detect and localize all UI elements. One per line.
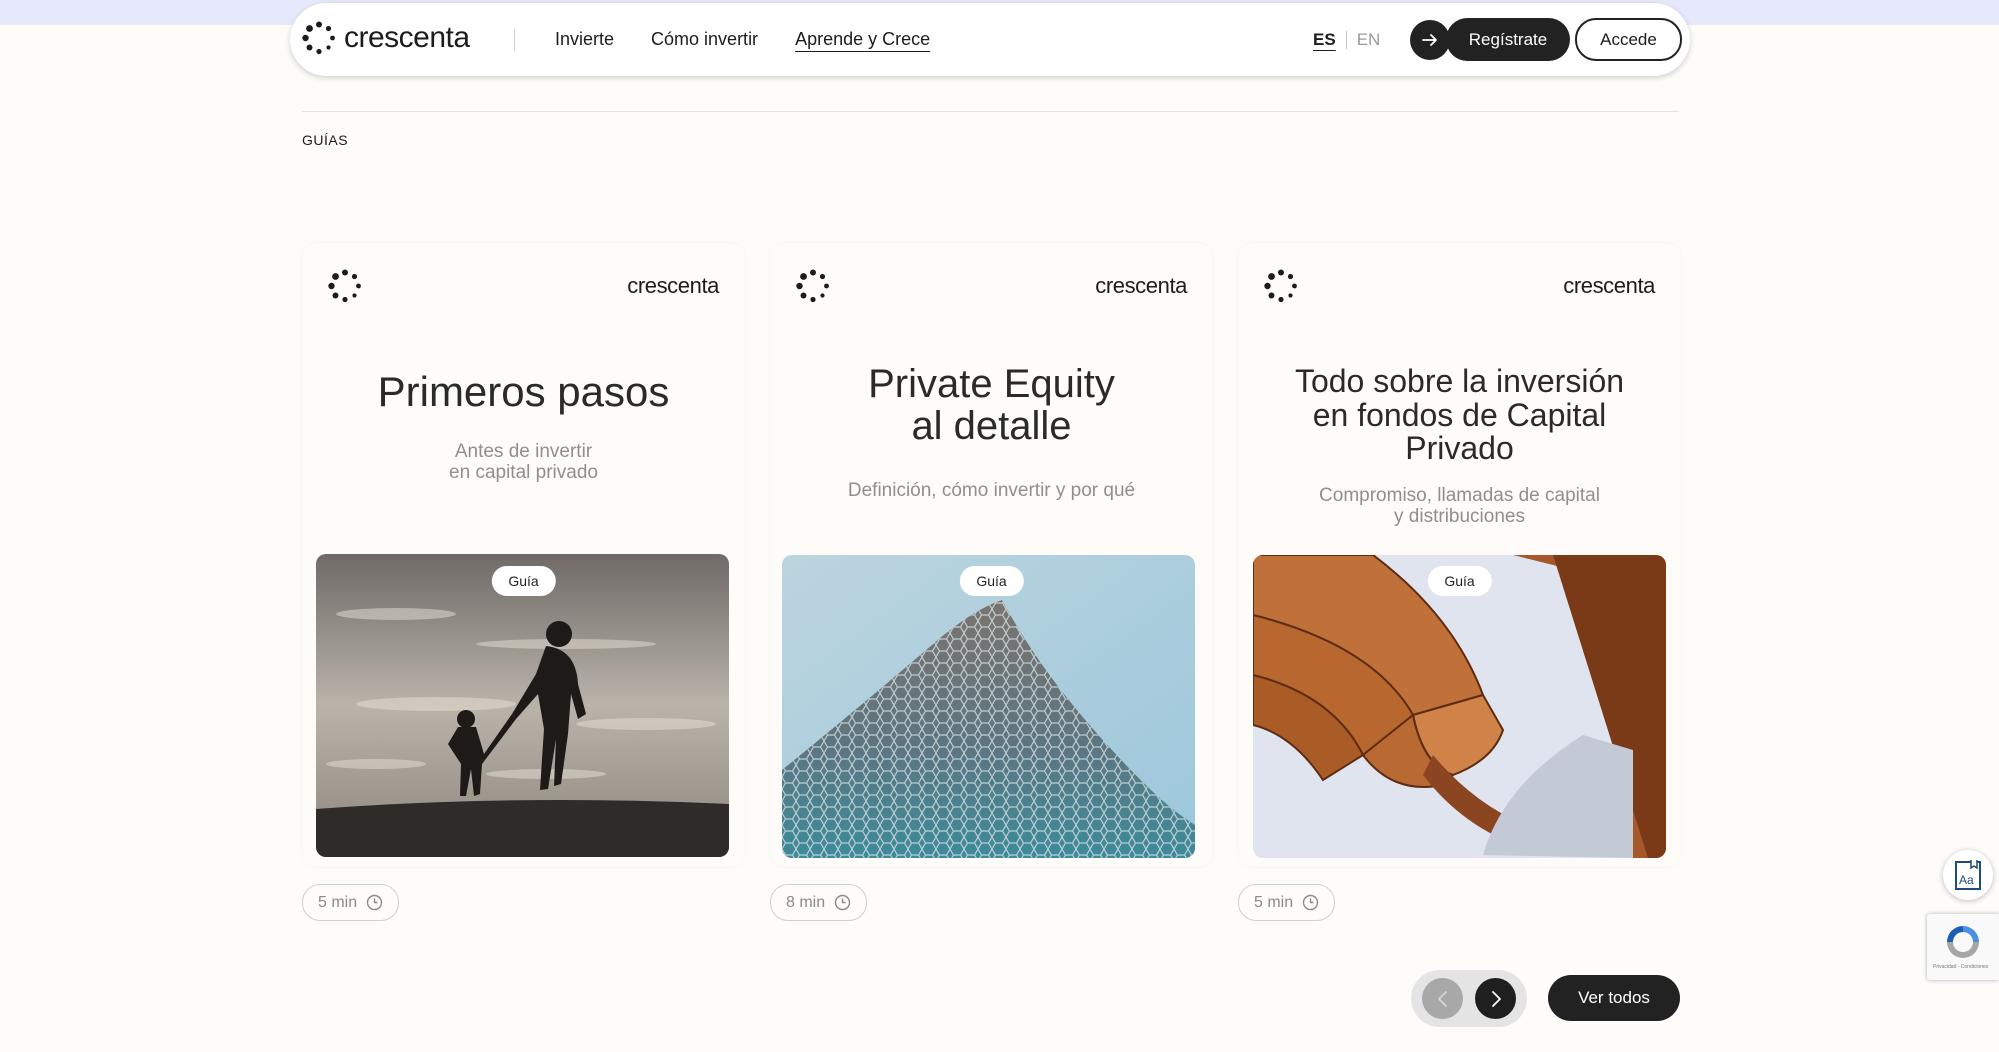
accessibility-button[interactable]: Aa <box>1943 850 1993 900</box>
card-badge: Guía <box>491 566 556 596</box>
card-title: Todo sobre la inversión en fondos de Cap… <box>1258 363 1661 467</box>
card-subtitle: Compromiso, llamadas de capital y distri… <box>1268 485 1651 528</box>
lang-separator <box>1345 31 1347 49</box>
card-badge: Guía <box>959 566 1024 596</box>
recaptcha-icon <box>1947 926 1979 958</box>
recaptcha-badge[interactable]: Privacidad - Condiciones <box>1927 914 1999 980</box>
card-subtitle: Definición, cómo invertir y por qué <box>800 480 1183 502</box>
nav-link-invierte[interactable]: Invierte <box>555 29 614 50</box>
duration-text: 5 min <box>1254 893 1294 911</box>
chevron-left-icon <box>1437 990 1447 1007</box>
carousel-prev-button[interactable] <box>1422 978 1463 1019</box>
card-title-line: Primeros pasos <box>377 368 670 415</box>
clock-icon <box>834 894 851 911</box>
card-title-line: al detalle <box>911 404 1072 448</box>
card-subtitle-line: Definición, cómo invertir y por qué <box>847 480 1136 501</box>
accessibility-icon-label: Aa <box>1959 873 1974 887</box>
nav-link-aprende-y-crece[interactable]: Aprende y Crece <box>795 29 930 50</box>
card-subtitle: Antes de invertir en capital privado <box>332 441 715 484</box>
carousel-controls <box>1411 970 1527 1027</box>
arrow-button[interactable] <box>1410 20 1450 60</box>
card-title: Private Equity al detalle <box>790 363 1193 447</box>
carousel-next-button[interactable] <box>1475 978 1516 1019</box>
guide-card-primeros-pasos[interactable]: crescenta Primeros pasos Antes de invert… <box>302 243 745 867</box>
clock-icon <box>366 894 383 911</box>
card-duration: 5 min <box>302 884 400 921</box>
duration-text: 8 min <box>786 893 826 911</box>
card-brand: crescenta <box>627 273 719 298</box>
card-title-line: Privado <box>1405 430 1514 467</box>
card-badge: Guía <box>1427 566 1492 596</box>
section-label: GUÍAS <box>302 132 349 148</box>
card-brand: crescenta <box>1095 273 1187 298</box>
chevron-right-icon <box>1491 990 1501 1007</box>
lang-es[interactable]: ES <box>1313 30 1336 50</box>
nav-link-como-invertir[interactable]: Cómo invertir <box>651 29 758 50</box>
card-title-line: Todo sobre la inversión <box>1294 363 1625 399</box>
logo-text: crescenta <box>344 21 470 54</box>
card-subtitle-line: Antes de invertir <box>454 441 593 462</box>
lang-en[interactable]: EN <box>1357 30 1381 50</box>
register-button[interactable]: Regístrate <box>1446 18 1570 61</box>
card-brand: crescenta <box>1563 273 1655 298</box>
card-image-beach <box>316 554 729 857</box>
logo-dots-icon <box>328 269 361 303</box>
logo-dots-icon <box>302 21 335 55</box>
language-switcher: ES EN <box>1313 30 1380 50</box>
section-divider <box>302 111 1679 112</box>
nav-links: Invierte Cómo invertir Aprende y Crece <box>555 29 930 50</box>
card-duration: 5 min <box>1238 884 1336 921</box>
logo[interactable]: crescenta <box>302 21 470 55</box>
card-title-line: en fondos de Capital <box>1312 396 1607 433</box>
card-image-staircase <box>1253 555 1666 858</box>
card-title: Primeros pasos <box>322 368 725 415</box>
card-image-building <box>782 555 1195 858</box>
arrow-right-icon <box>1422 34 1437 46</box>
navbar: crescenta Invierte Cómo invertir Aprende… <box>290 3 1690 76</box>
guide-card-private-equity[interactable]: crescenta Private Equity al detalle Defi… <box>770 243 1213 867</box>
card-subtitle-line: Compromiso, llamadas de capital <box>1319 485 1600 506</box>
clock-icon <box>1302 894 1319 911</box>
nav-divider <box>514 29 515 51</box>
guide-card-fondos-capital-privado[interactable]: crescenta Todo sobre la inversión en fon… <box>1238 243 1681 867</box>
login-button[interactable]: Accede <box>1575 18 1682 61</box>
card-subtitle-line: y distribuciones <box>1394 505 1525 527</box>
card-duration: 8 min <box>770 884 868 921</box>
view-all-button[interactable]: Ver todos <box>1548 975 1680 1021</box>
card-subtitle-line: en capital privado <box>449 461 598 483</box>
recaptcha-text[interactable]: Privacidad - Condiciones <box>1933 964 1988 970</box>
accessibility-icon: Aa <box>1955 860 1981 890</box>
duration-text: 5 min <box>318 893 358 911</box>
card-title-line: Private Equity <box>868 362 1115 406</box>
logo-dots-icon <box>1264 269 1297 303</box>
logo-dots-icon <box>796 269 829 303</box>
